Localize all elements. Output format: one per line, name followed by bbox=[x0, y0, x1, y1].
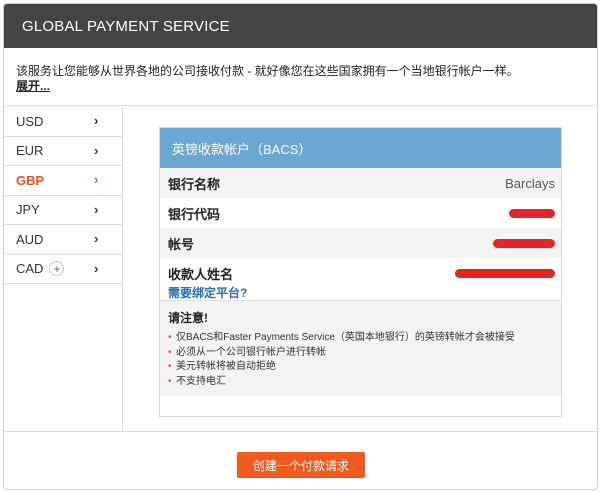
page-header: GLOBAL PAYMENT SERVICE bbox=[4, 4, 597, 48]
account-details-panel: 英镑收款帐户（BACS） 银行名称 Barclays 银行代码 帐号 收款人姓名… bbox=[159, 127, 562, 417]
notice-list: 仅BACS和Faster Payments Service（英国本地银行）的英镑… bbox=[168, 331, 553, 389]
bank-code-row: 银行代码 bbox=[160, 198, 561, 228]
account-number-label: 帐号 bbox=[168, 236, 195, 252]
currency-item-eur[interactable]: EUR › bbox=[4, 137, 122, 166]
currency-code: CAD bbox=[16, 261, 44, 277]
panel-title: 英镑收款帐户（BACS） bbox=[160, 128, 561, 168]
chevron-right-icon: › bbox=[94, 113, 99, 128]
create-payment-request-button[interactable]: 创建一个付款请求 bbox=[237, 452, 365, 478]
payee-name-label: 收款人姓名 bbox=[168, 267, 234, 282]
intro-text: 该服务让您能够从世界各地的公司接收付款 - 就好像您在这些国家拥有一个当地银行帐… bbox=[16, 64, 519, 78]
notice-item: 不支持电汇 bbox=[168, 375, 553, 390]
currency-code: AUD bbox=[16, 231, 44, 247]
currency-code: JPY bbox=[16, 202, 40, 218]
chevron-right-icon: › bbox=[94, 142, 99, 158]
account-number-redacted bbox=[493, 238, 555, 248]
page-title: GLOBAL PAYMENT SERVICE bbox=[22, 17, 230, 35]
payment-service-window: GLOBAL PAYMENT SERVICE 该服务让您能够从世界各地的公司接收… bbox=[3, 3, 598, 490]
bank-code-redacted bbox=[509, 208, 555, 218]
account-number-row: 帐号 bbox=[160, 228, 561, 258]
bind-platform-link[interactable]: 需要绑定平台? bbox=[168, 284, 555, 301]
main-content: USD › EUR › GBP › JPY › AUD › CAD + › 英镑… bbox=[4, 107, 597, 432]
currency-code: EUR bbox=[16, 143, 44, 159]
notice-item: 美元转帐将被自动拒绝 bbox=[168, 360, 553, 375]
bank-name-value: Barclays bbox=[505, 175, 555, 191]
notice-item: 必须从一个公司银行帐户进行转帐 bbox=[168, 346, 553, 361]
chevron-right-icon: › bbox=[94, 231, 99, 246]
currency-item-jpy[interactable]: JPY › bbox=[4, 196, 122, 225]
add-currency-icon[interactable]: + bbox=[49, 261, 65, 277]
bank-code-label: 银行代码 bbox=[168, 206, 221, 222]
bank-name-label: 银行名称 bbox=[168, 176, 221, 192]
chevron-right-icon: › bbox=[94, 260, 99, 276]
currency-item-usd[interactable]: USD › bbox=[4, 107, 122, 137]
payee-name-row: 收款人姓名 需要绑定平台? bbox=[160, 258, 561, 300]
currency-list: USD › EUR › GBP › JPY › AUD › CAD + › bbox=[4, 107, 123, 432]
footer-bar: 创建一个付款请求 bbox=[4, 431, 597, 489]
expand-link[interactable]: 展开... bbox=[16, 79, 50, 94]
currency-code: GBP bbox=[16, 172, 45, 188]
bank-name-row: 银行名称 Barclays bbox=[160, 168, 561, 198]
currency-item-aud[interactable]: AUD › bbox=[4, 225, 122, 255]
chevron-right-icon: › bbox=[94, 172, 99, 187]
notice-title: 请注意! bbox=[168, 311, 208, 325]
intro-section: 该服务让您能够从世界各地的公司接收付款 - 就好像您在这些国家拥有一个当地银行帐… bbox=[4, 48, 597, 106]
currency-item-gbp[interactable]: GBP › bbox=[4, 166, 122, 196]
chevron-right-icon: › bbox=[94, 201, 99, 217]
currency-code: USD bbox=[16, 113, 44, 129]
payee-name-redacted bbox=[455, 269, 555, 278]
notice-item: 仅BACS和Faster Payments Service（英国本地银行）的英镑… bbox=[168, 331, 553, 346]
notice-box: 请注意! 仅BACS和Faster Payments Service（英国本地银… bbox=[160, 300, 561, 396]
currency-item-cad[interactable]: CAD + › bbox=[4, 255, 122, 284]
